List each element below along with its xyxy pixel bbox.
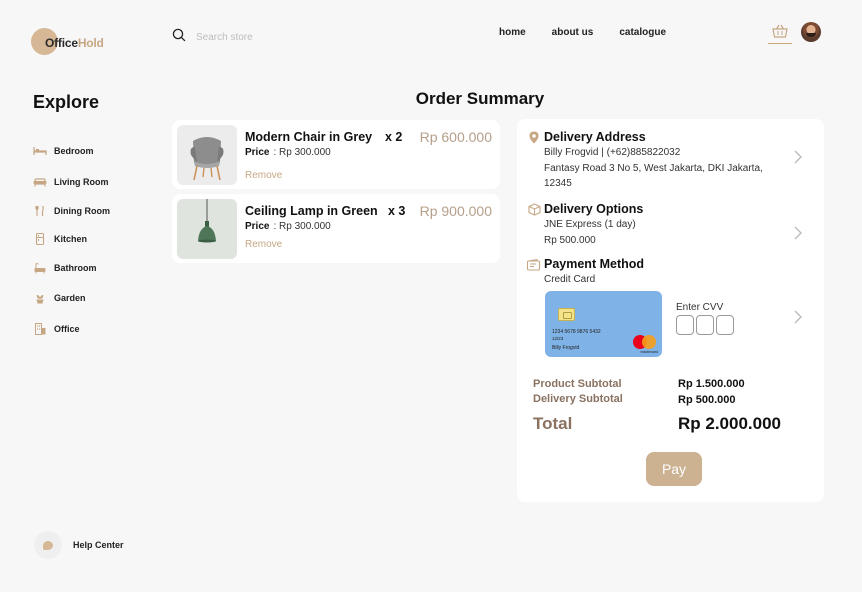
sidebar-item-dining-room[interactable]: Dining Room (33, 205, 110, 217)
delivery-address-text: Billy Frogvid | (+62)885822032 Fantasy R… (544, 147, 763, 189)
pay-button[interactable]: Pay (646, 452, 702, 486)
sidebar-item-label: Living Room (54, 177, 109, 187)
sidebar-item-label: Bedroom (54, 146, 94, 156)
item-name: Modern Chair in Grey (245, 130, 373, 144)
location-pin-icon (527, 130, 541, 144)
card-expiry: 12/23 (552, 336, 564, 341)
chevron-right-icon[interactable] (793, 309, 803, 325)
page-title: Order Summary (415, 89, 545, 108)
product-subtotal-label: Product Subtotal (533, 378, 622, 390)
card-holder: Billy Frogvid (552, 345, 580, 351)
sidebar-item-living-room[interactable]: Living Room (33, 176, 109, 188)
sidebar-item-bathroom[interactable]: Bathroom (33, 262, 97, 274)
wallet-icon (527, 258, 541, 272)
card-chip-icon (558, 308, 575, 321)
item-quantity: x 2 (385, 130, 403, 144)
cart-item: Modern Chair in Grey x 2 Rp 600.000 Pric… (172, 120, 500, 189)
sidebar-item-label: Dining Room (54, 206, 110, 216)
sofa-icon (33, 176, 47, 188)
bed-icon (33, 145, 47, 157)
chevron-right-icon[interactable] (793, 225, 803, 241)
user-avatar[interactable] (801, 22, 821, 42)
sidebar-item-office[interactable]: Office (33, 323, 80, 335)
utensils-icon (33, 205, 47, 217)
sidebar-item-label: Bathroom (54, 263, 97, 273)
bathtub-icon (33, 262, 47, 274)
chevron-right-icon[interactable] (793, 149, 803, 165)
sidebar-item-garden[interactable]: Garden (33, 292, 86, 304)
chat-bubble-icon (34, 531, 62, 559)
building-icon (33, 323, 47, 335)
item-price: Price: Rp 300.000 (245, 221, 331, 232)
search-input[interactable] (196, 32, 346, 43)
help-center-link[interactable]: Help Center (34, 531, 124, 559)
plant-icon (33, 292, 47, 304)
product-subtotal-value: Rp 1.500.000 (678, 378, 745, 390)
cart-button[interactable] (768, 24, 792, 44)
total-label: Total (533, 414, 573, 433)
nav-about-us[interactable]: about us (552, 27, 594, 38)
cvv-label: Enter CVV (676, 302, 724, 313)
item-price: Price: Rp 300.000 (245, 147, 331, 158)
cart-item: Ceiling Lamp in Green x 3 Rp 900.000 Pri… (172, 194, 500, 263)
basket-icon (771, 24, 789, 43)
item-total: Rp 900.000 (419, 203, 492, 219)
delivery-subtotal-value: Rp 500.000 (678, 394, 736, 406)
payment-method-text: Credit Card (544, 274, 596, 285)
remove-item-link[interactable]: Remove (245, 170, 282, 181)
card-brand-text: mastercard (640, 350, 658, 354)
payment-method-title: Payment Method (544, 257, 645, 271)
lamp-product-image (177, 199, 237, 259)
cvv-digit-3[interactable] (716, 315, 734, 335)
remove-item-link[interactable]: Remove (245, 239, 282, 250)
chair-product-image (177, 125, 237, 185)
search-icon[interactable] (172, 28, 186, 47)
brand-logo[interactable]: OfficeHold (31, 27, 121, 57)
sidebar-item-label: Garden (54, 293, 86, 303)
delivery-subtotal-label: Delivery Subtotal (533, 393, 623, 405)
item-quantity: x 3 (388, 204, 406, 218)
top-nav: home about us catalogue (499, 27, 666, 38)
sidebar-item-label: Kitchen (54, 234, 88, 244)
nav-home[interactable]: home (499, 27, 526, 38)
package-icon (527, 202, 541, 216)
sidebar-item-kitchen[interactable]: Kitchen (33, 233, 87, 245)
sidebar-item-bedroom[interactable]: Bedroom (33, 145, 94, 157)
item-name: Ceiling Lamp in Green (245, 204, 378, 218)
item-total: Rp 600.000 (419, 129, 492, 145)
cvv-digit-1[interactable] (676, 315, 694, 335)
delivery-options-text: JNE Express (1 day) Rp 500.000 (544, 219, 636, 246)
fridge-icon (33, 233, 47, 245)
sidebar-item-label: Office (54, 324, 80, 334)
card-number: 1234 5678 9876 5432 (552, 329, 601, 335)
mastercard-logo-icon (633, 335, 657, 349)
delivery-options-title: Delivery Options (544, 202, 644, 216)
checkout-panel: Delivery Address Billy Frogvid | (+62)88… (517, 119, 824, 502)
credit-card[interactable]: 1234 5678 9876 5432 12/23 Billy Frogvid … (545, 291, 662, 357)
help-center-label: Help Center (73, 540, 124, 550)
total-value: Rp 2.000.000 (678, 414, 782, 433)
cvv-digit-2[interactable] (696, 315, 714, 335)
nav-catalogue[interactable]: catalogue (619, 27, 666, 38)
delivery-address-title: Delivery Address (544, 130, 646, 144)
logo-text: OfficeHold (45, 36, 104, 50)
search-bar (172, 28, 346, 47)
